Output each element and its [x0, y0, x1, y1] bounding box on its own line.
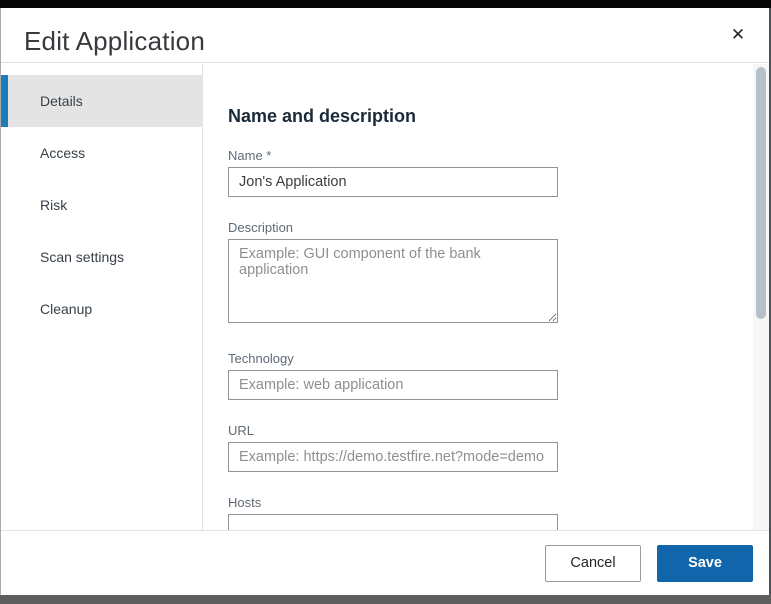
technology-input[interactable] [228, 370, 558, 400]
technology-field: Technology [228, 351, 753, 400]
sidebar-item-risk[interactable]: Risk [1, 179, 202, 231]
sidebar-item-label: Access [40, 145, 85, 161]
dialog-title: Edit Application [24, 26, 205, 57]
sidebar: Details Access Risk Scan settings Cleanu… [1, 64, 202, 530]
url-input[interactable] [228, 442, 558, 472]
description-field: Description [228, 220, 753, 328]
close-button[interactable]: ✕ [725, 22, 751, 48]
name-label: Name * [228, 148, 753, 163]
save-button[interactable]: Save [657, 545, 753, 582]
url-field: URL [228, 423, 753, 472]
dialog-header: Edit Application ✕ [1, 8, 769, 63]
sidebar-item-cleanup[interactable]: Cleanup [1, 283, 202, 335]
close-icon: ✕ [731, 25, 745, 44]
section-heading: Name and description [228, 106, 753, 127]
cancel-button[interactable]: Cancel [545, 545, 641, 582]
details-panel: Name and description Name * Description … [203, 64, 753, 530]
active-tab-indicator [1, 75, 8, 127]
technology-label: Technology [228, 351, 753, 366]
name-field: Name * [228, 148, 753, 197]
content-scrollbar-track[interactable] [753, 64, 769, 530]
hosts-label: Hosts [228, 495, 753, 510]
sidebar-item-details[interactable]: Details [1, 75, 202, 127]
window-left-edge [0, 8, 1, 595]
window-top-edge [0, 0, 771, 8]
sidebar-item-label: Scan settings [40, 249, 124, 265]
hosts-field: Hosts [228, 495, 753, 530]
description-textarea[interactable] [228, 239, 558, 323]
sidebar-item-label: Details [40, 93, 83, 109]
edit-application-dialog: Edit Application ✕ Details Access Risk S… [1, 8, 769, 595]
sidebar-item-label: Cleanup [40, 301, 92, 317]
window-bottom-edge [0, 595, 771, 604]
name-input[interactable] [228, 167, 558, 197]
sidebar-item-access[interactable]: Access [1, 127, 202, 179]
sidebar-item-scan-settings[interactable]: Scan settings [1, 231, 202, 283]
description-label: Description [228, 220, 753, 235]
dialog-footer: Cancel Save [1, 530, 769, 595]
content-scrollbar-thumb[interactable] [756, 67, 766, 319]
sidebar-item-label: Risk [40, 197, 67, 213]
url-label: URL [228, 423, 753, 438]
hosts-input[interactable] [228, 514, 558, 530]
